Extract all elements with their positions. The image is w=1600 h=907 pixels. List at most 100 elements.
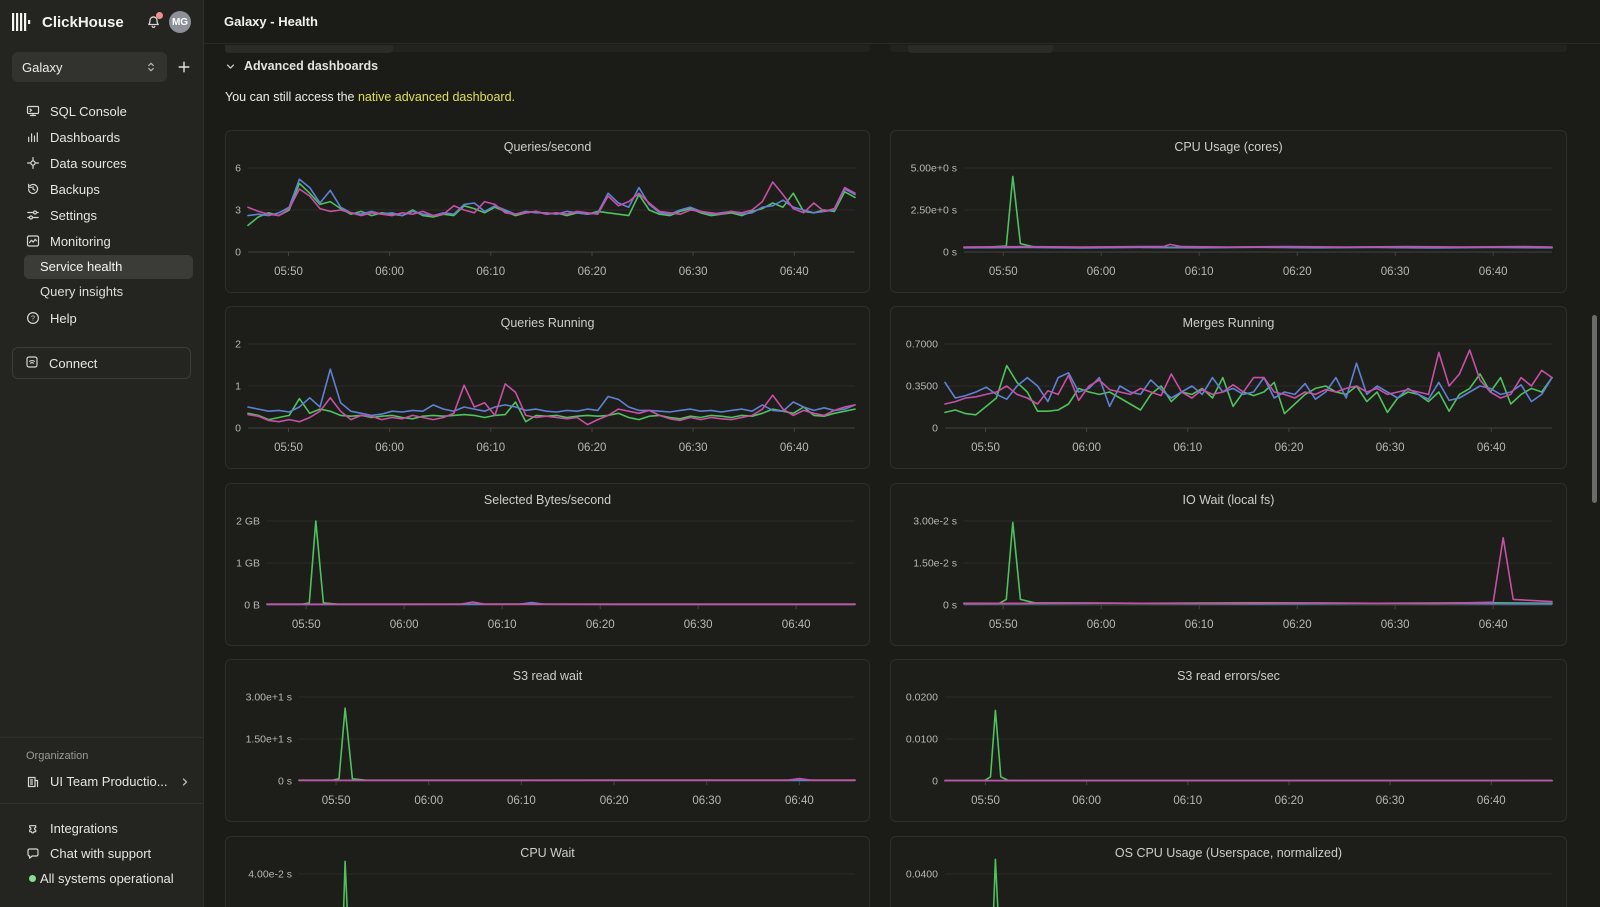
sidebar-nav: SQL ConsoleDashboards Data sources Backups… bbox=[0, 98, 203, 331]
settings-icon bbox=[26, 208, 40, 222]
chart-card-s3-read-wait[interactable]: S3 read wait0 s1.50e+1 s3.00e+1 s05:5006… bbox=[225, 659, 870, 822]
topbar: Galaxy - Health bbox=[204, 0, 1600, 44]
monitoring-icon bbox=[26, 234, 40, 248]
svg-text:06:30: 06:30 bbox=[1376, 442, 1405, 454]
chart-card-s3-read-errors-sec[interactable]: S3 read errors/sec00.01000.020005:5006:0… bbox=[890, 659, 1567, 822]
svg-text:06:10: 06:10 bbox=[1185, 266, 1214, 278]
svg-text:05:50: 05:50 bbox=[971, 795, 1000, 807]
sidebar-item-data-sources[interactable]: Data sources bbox=[0, 150, 203, 176]
svg-text:06:00: 06:00 bbox=[1087, 266, 1116, 278]
sidebar-item-dashboards[interactable]: Dashboards bbox=[0, 124, 203, 150]
series-magenta bbox=[964, 244, 1552, 247]
chart-title: CPU Usage (cores) bbox=[891, 140, 1566, 154]
svg-text:06:20: 06:20 bbox=[578, 442, 607, 454]
sidebar-item-all-systems-operational[interactable]: All systems operational bbox=[12, 866, 191, 891]
sidebar-item-label: Backups bbox=[50, 182, 100, 197]
svg-text:0.0400: 0.0400 bbox=[906, 869, 938, 881]
sidebar-item-label: Chat with support bbox=[50, 846, 151, 861]
series-magenta bbox=[248, 384, 855, 425]
svg-text:0.3500: 0.3500 bbox=[906, 381, 938, 393]
notification-dot bbox=[156, 12, 163, 19]
sidebar-item-label: All systems operational bbox=[40, 871, 174, 886]
svg-text:2.50e+0 s: 2.50e+0 s bbox=[911, 205, 957, 217]
svg-text:06:30: 06:30 bbox=[684, 619, 713, 631]
avatar[interactable]: MG bbox=[169, 11, 191, 33]
sidebar-item-query-insights[interactable]: Query insights bbox=[24, 280, 193, 304]
native-dashboard-note: You can still access the native advanced… bbox=[225, 90, 515, 104]
organization-switcher[interactable]: UI Team Productio... bbox=[12, 774, 191, 789]
service-selector-row: Galaxy bbox=[0, 44, 203, 86]
connect-label: Connect bbox=[49, 356, 97, 371]
svg-text:06:10: 06:10 bbox=[1185, 619, 1214, 631]
svg-text:06:00: 06:00 bbox=[1072, 795, 1101, 807]
sql-console-icon bbox=[26, 104, 40, 118]
native-advanced-dashboard-link[interactable]: native advanced dashboard. bbox=[358, 90, 515, 104]
svg-text:06:00: 06:00 bbox=[390, 619, 419, 631]
svg-text:06:20: 06:20 bbox=[1275, 795, 1304, 807]
organization-label: Organization bbox=[12, 750, 191, 762]
cutoff-chip bbox=[225, 45, 393, 53]
chart-card-io-wait-local-fs[interactable]: IO Wait (local fs)0 s1.50e-2 s3.00e-2 s0… bbox=[890, 483, 1567, 646]
svg-text:0: 0 bbox=[235, 247, 241, 259]
svg-text:06:30: 06:30 bbox=[679, 266, 708, 278]
svg-text:06:30: 06:30 bbox=[679, 442, 708, 454]
sidebar-item-label: Data sources bbox=[50, 156, 127, 171]
svg-text:06:40: 06:40 bbox=[785, 795, 814, 807]
svg-text:05:50: 05:50 bbox=[989, 619, 1018, 631]
svg-text:4.00e-2 s: 4.00e-2 s bbox=[248, 869, 292, 881]
svg-text:05:50: 05:50 bbox=[274, 266, 303, 278]
sidebar-item-settings[interactable]: Settings bbox=[0, 202, 203, 228]
scrollbar-thumb[interactable] bbox=[1592, 315, 1597, 503]
chart-card-cpu-usage-cores[interactable]: CPU Usage (cores)0 s2.50e+0 s5.00e+0 s05… bbox=[890, 130, 1567, 293]
svg-text:06:10: 06:10 bbox=[476, 266, 505, 278]
chart-card-cpu-wait[interactable]: CPU Wait4.00e-2 s05:5006:0006:1006:2006:… bbox=[225, 836, 870, 907]
sidebar-item-backups[interactable]: Backups bbox=[0, 176, 203, 202]
chart-card-selected-bytes-second[interactable]: Selected Bytes/second0 B1 GB2 GB05:5006:… bbox=[225, 483, 870, 646]
sidebar-item-integrations[interactable]: Integrations bbox=[12, 816, 191, 841]
svg-text:1: 1 bbox=[235, 381, 241, 393]
svg-text:06:10: 06:10 bbox=[1173, 795, 1202, 807]
add-service-button[interactable] bbox=[177, 60, 191, 74]
sidebar-item-label: Settings bbox=[50, 208, 97, 223]
advanced-dashboards-toggle[interactable]: Advanced dashboards bbox=[225, 59, 378, 73]
chart-title: Selected Bytes/second bbox=[226, 493, 869, 507]
sidebar-item-sql-console[interactable]: SQL Console bbox=[0, 98, 203, 124]
svg-text:0: 0 bbox=[932, 776, 938, 788]
connect-button[interactable]: Connect bbox=[12, 347, 191, 379]
svg-text:0 s: 0 s bbox=[943, 600, 957, 612]
svg-text:05:50: 05:50 bbox=[971, 442, 1000, 454]
data-sources-icon bbox=[26, 156, 40, 170]
service-selector[interactable]: Galaxy bbox=[12, 52, 167, 82]
svg-text:0 s: 0 s bbox=[278, 776, 292, 788]
chart-title: S3 read errors/sec bbox=[891, 669, 1566, 683]
svg-text:0.7000: 0.7000 bbox=[906, 339, 938, 351]
svg-text:06:30: 06:30 bbox=[1381, 619, 1410, 631]
chart-card-merges-running[interactable]: Merges Running00.35000.700005:5006:0006:… bbox=[890, 306, 1567, 469]
svg-text:06:40: 06:40 bbox=[780, 266, 809, 278]
integrations-icon bbox=[26, 822, 40, 836]
chart-card-os-cpu-usage-userspace-normalized[interactable]: OS CPU Usage (Userspace, normalized)0.04… bbox=[890, 836, 1567, 907]
svg-text:06:40: 06:40 bbox=[782, 619, 811, 631]
chart-card-queries-running[interactable]: Queries Running01205:5006:0006:1006:2006… bbox=[225, 306, 870, 469]
advanced-dashboards-label: Advanced dashboards bbox=[244, 59, 378, 73]
sidebar-item-label: Integrations bbox=[50, 821, 118, 836]
sidebar-item-help[interactable]: ?Help bbox=[0, 305, 203, 331]
organization-name: UI Team Productio... bbox=[50, 774, 179, 789]
sidebar-item-label: Monitoring bbox=[50, 234, 111, 249]
sidebar-item-service-health[interactable]: Service health bbox=[24, 255, 193, 279]
svg-text:06:20: 06:20 bbox=[586, 619, 615, 631]
svg-text:06:30: 06:30 bbox=[1376, 795, 1405, 807]
series-magenta bbox=[248, 182, 855, 216]
sidebar-item-monitoring[interactable]: Monitoring bbox=[0, 228, 203, 254]
content: Advanced dashboards You can still access… bbox=[204, 44, 1600, 907]
notifications-bell-icon[interactable] bbox=[146, 15, 161, 30]
svg-text:06:10: 06:10 bbox=[476, 442, 505, 454]
svg-text:0: 0 bbox=[235, 423, 241, 435]
backups-icon bbox=[26, 182, 40, 196]
svg-text:06:40: 06:40 bbox=[780, 442, 809, 454]
sidebar-item-chat-with-support[interactable]: Chat with support bbox=[12, 841, 191, 866]
chart-card-queries-second[interactable]: Queries/second03605:5006:0006:1006:2006:… bbox=[225, 130, 870, 293]
svg-text:05:50: 05:50 bbox=[322, 795, 351, 807]
svg-text:06:40: 06:40 bbox=[1479, 619, 1508, 631]
svg-text:3.00e+1 s: 3.00e+1 s bbox=[246, 692, 292, 704]
